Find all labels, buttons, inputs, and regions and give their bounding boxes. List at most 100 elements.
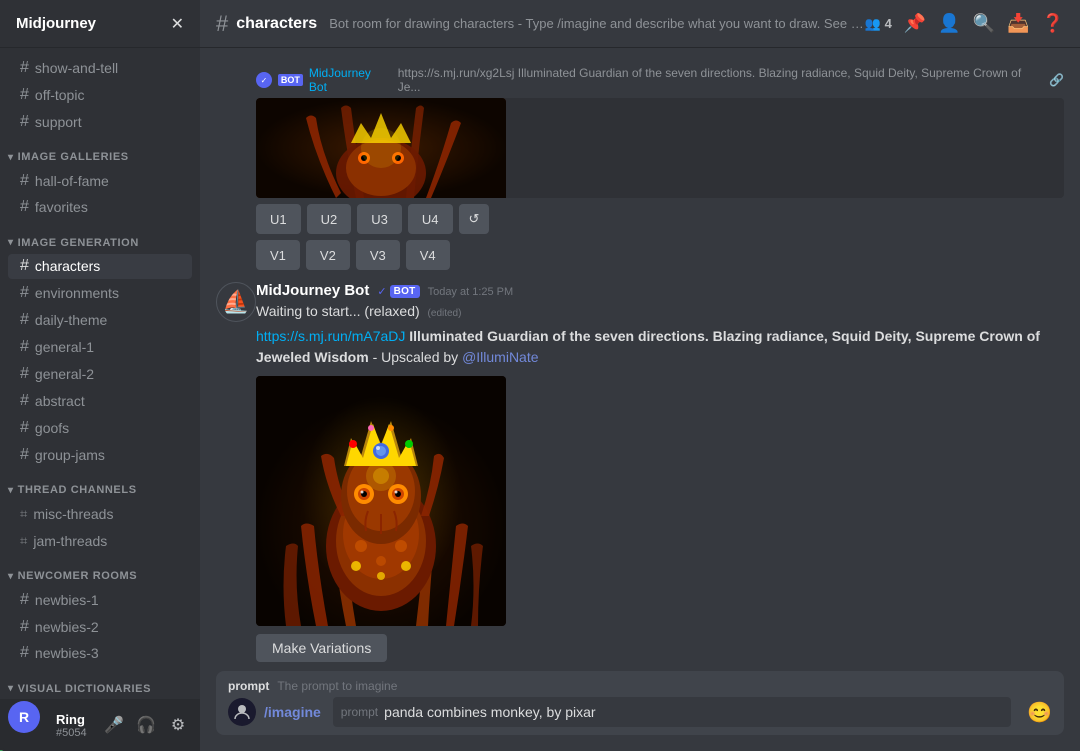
section-image-generation[interactable]: ▾ IMAGE GENERATION [0,221,200,253]
sidebar-item-general-1[interactable]: # general-1 [8,335,192,360]
messages-area: ✓ BOT MidJourney Bot https://s.mj.run/xg… [200,48,1080,671]
bot-msg-text-1: https://s.mj.run/xg2Lsj Illuminated Guar… [398,66,1043,94]
bot-small-icon: ✓ [256,72,272,88]
sidebar-item-daily-theme[interactable]: # daily-theme [8,308,192,333]
slash-command: /imagine [264,704,321,720]
prompt-hint: The prompt to imagine [277,679,397,693]
refresh-button[interactable]: ↺ [459,204,490,234]
channel-label: favorites [35,199,88,215]
hash-icon: # [20,446,29,464]
section-thread-channels[interactable]: ▾ THREAD CHANNELS [0,468,200,500]
prompt-label: prompt [228,679,269,693]
section-label: IMAGE GENERATION [18,237,139,249]
variation-v2-button[interactable]: V2 [306,240,350,270]
channel-label: support [35,114,82,130]
variation-v4-button[interactable]: V4 [406,240,450,270]
hash-icon: # [20,338,29,356]
emoji-button[interactable]: 😊 [1027,700,1052,725]
upscale-u2-button[interactable]: U2 [307,204,352,234]
bot-avatar: ⛵ [216,282,256,322]
help-icon[interactable]: ❓ [1042,13,1064,34]
prompt-label-row: prompt The prompt to imagine [216,671,1064,697]
user-panel: R Ring #5054 🎤 🎧 ⚙ [0,699,200,751]
input-area: prompt The prompt to imagine /imagine pr… [200,671,1080,751]
collapse-arrow: ▾ [8,485,14,496]
channel-header-name: characters [236,15,317,33]
channel-label: characters [35,258,100,274]
channel-label: environments [35,285,119,301]
member-count: 👥 4 [864,16,891,32]
make-variations-button[interactable]: Make Variations [256,634,387,662]
thread-hash-icon: ⌗ [20,533,27,549]
section-image-galleries[interactable]: ▾ IMAGE GALLERIES [0,135,200,167]
sidebar-item-favorites[interactable]: # favorites [8,195,192,220]
checkmark-icon: ✓ [377,285,386,298]
message-header-2: MidJourney Bot ✓ BOT Today at 1:25 PM [256,282,1064,299]
channel-label: group-jams [35,447,105,463]
headphone-icon[interactable]: 🎧 [132,711,160,739]
upscale-u3-button[interactable]: U3 [357,204,402,234]
search-icon[interactable]: 🔍 [973,13,995,34]
sidebar-item-show-and-tell[interactable]: # show-and-tell [8,55,192,80]
user-info: Ring #5054 [56,712,100,739]
channel-label: newbies-1 [35,592,99,608]
bot-link-msg1: MidJourney Bot [309,66,392,94]
upscale-u4-button[interactable]: U4 [408,204,453,234]
message-content-2: MidJourney Bot ✓ BOT Today at 1:25 PM Wa… [256,282,1064,662]
bot-badge: BOT [390,285,420,298]
settings-icon[interactable]: ⚙ [164,711,192,739]
username: Ring [56,712,100,727]
upscale-u1-button[interactable]: U1 [256,204,301,234]
count-value: 4 [885,16,892,31]
input-row: /imagine prompt panda combines monkey, b… [216,697,1064,735]
sidebar-item-support[interactable]: # support [8,109,192,134]
sidebar-item-hall-of-fame[interactable]: # hall-of-fame [8,168,192,193]
section-newcomer-rooms[interactable]: ▾ NEWCOMER ROOMS [0,554,200,586]
user-panel-icons: 🎤 🎧 ⚙ [100,711,192,739]
message-input-wrapper: prompt The prompt to imagine /imagine pr… [216,671,1064,735]
pin-icon[interactable]: 📌 [904,13,926,34]
section-label: IMAGE GALLERIES [18,151,129,163]
hash-icon: # [20,618,29,636]
channel-label: newbies-2 [35,619,99,635]
server-name: Midjourney [16,15,96,32]
server-header[interactable]: Midjourney ✕ [0,0,200,48]
chevron-down-icon: ✕ [171,14,184,34]
variation-v1-button[interactable]: V1 [256,240,300,270]
hash-icon: # [20,113,29,131]
inbox-icon[interactable]: 📥 [1007,13,1029,34]
image-link[interactable]: https://s.mj.run/mA7aDJ [256,328,405,344]
sidebar-item-abstract[interactable]: # abstract [8,389,192,414]
sidebar-item-general-2[interactable]: # general-2 [8,362,192,387]
field-label: prompt [341,705,378,719]
sidebar-item-environments[interactable]: # environments [8,281,192,306]
collapse-arrow: ▾ [8,237,14,248]
message-status-2: Waiting to start... (relaxed) (edited) [256,301,1064,322]
hash-icon: # [20,257,29,275]
section-visual-dictionaries[interactable]: ▾ VISUAL DICTIONARIES [0,667,200,699]
prompt-input-box[interactable]: prompt panda combines monkey, by pixar [333,697,1011,727]
main-content: # characters Bot room for drawing charac… [200,0,1080,751]
members-panel-icon[interactable]: 👤 [938,13,960,34]
main-squid-image [256,376,506,626]
mute-icon[interactable]: 🎤 [100,711,128,739]
sidebar-item-off-topic[interactable]: # off-topic [8,82,192,107]
sidebar-item-newbies-2[interactable]: # newbies-2 [8,614,192,639]
variation-v3-button[interactable]: V3 [356,240,400,270]
channel-hash-icon: # [216,11,228,37]
sidebar-item-goofs[interactable]: # goofs [8,415,192,440]
sidebar-item-newbies-3[interactable]: # newbies-3 [8,641,192,666]
section-label: VISUAL DICTIONARIES [18,683,151,695]
channel-label: newbies-3 [35,645,99,661]
members-icon: 👥 [864,16,880,32]
channel-label: abstract [35,393,85,409]
sidebar-item-newbies-1[interactable]: # newbies-1 [8,587,192,612]
thread-hash-icon: ⌗ [20,506,27,522]
sidebar-item-jam-threads[interactable]: ⌗ jam-threads [8,528,192,553]
input-avatar [228,698,256,726]
sidebar-item-misc-threads[interactable]: ⌗ misc-threads [8,501,192,526]
sidebar-item-group-jams[interactable]: # group-jams [8,442,192,467]
sidebar-item-characters[interactable]: # characters [8,254,192,279]
field-value[interactable]: panda combines monkey, by pixar [384,704,595,720]
hash-icon: # [20,392,29,410]
